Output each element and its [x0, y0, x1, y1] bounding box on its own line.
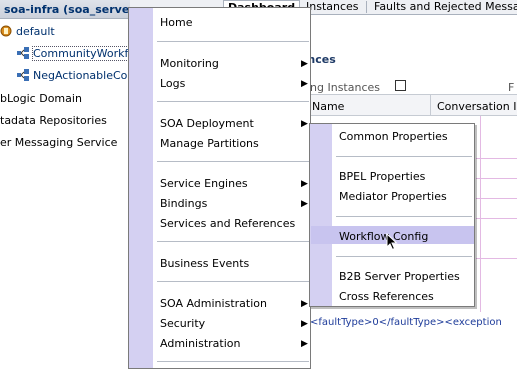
menu-separator [157, 161, 309, 162]
submenu-arrow-icon: ▶ [301, 199, 308, 209]
composite-icon [17, 69, 29, 81]
grid-row-line [476, 178, 517, 179]
menu-item-security[interactable]: Security [160, 316, 205, 332]
mouse-pointer-icon [386, 233, 398, 251]
grid-row-line [476, 258, 517, 259]
submenu-arrow-icon: ▶ [301, 59, 308, 69]
tree-item-composite[interactable]: CommunityWorkflo [17, 45, 139, 63]
submenu-item-cross-references[interactable]: Cross References [339, 289, 434, 305]
instances-grid-header: Name Conversation ID [300, 94, 517, 116]
menu-separator [157, 361, 309, 362]
tree-item-default[interactable]: default [0, 23, 55, 41]
column-name[interactable]: Name [312, 100, 344, 113]
menu-item-monitoring[interactable]: Monitoring [160, 56, 219, 72]
tree-item-composite[interactable]: NegActionableCon [17, 67, 134, 85]
submenu-arrow-icon: ▶ [301, 299, 308, 309]
submenu-arrow-icon: ▶ [301, 319, 308, 329]
tree-item-metadata-repositories[interactable]: tadata Repositories [0, 112, 107, 130]
menu-separator [157, 281, 309, 282]
tree-item-weblogic-domain[interactable]: bLogic Domain [0, 90, 82, 108]
grid-row-line [476, 158, 517, 159]
menu-separator [157, 241, 309, 242]
running-instances-checkbox[interactable] [395, 80, 406, 91]
tree-item-label: default [16, 25, 55, 38]
submenu-separator [336, 256, 472, 257]
submenu-item-bpel-properties[interactable]: BPEL Properties [339, 169, 425, 185]
menu-separator [157, 101, 309, 102]
menu-item-bindings[interactable]: Bindings [160, 196, 207, 212]
tab-instances[interactable]: Instances [302, 0, 363, 15]
column-conversation-id[interactable]: Conversation ID [437, 100, 517, 113]
grid-row-line [476, 218, 517, 219]
tab-divider [366, 1, 367, 13]
menu-separator [157, 41, 309, 42]
submenu-arrow-icon: ▶ [301, 79, 308, 89]
submenu-separator [336, 216, 472, 217]
context-menu: Home Monitoring ▶ Logs ▶ SOA Deployment … [128, 7, 311, 369]
menu-gutter [129, 8, 153, 368]
partition-icon [0, 25, 12, 37]
menu-item-administration[interactable]: Administration [160, 336, 241, 352]
menu-item-home[interactable]: Home [160, 15, 192, 31]
menu-item-soa-administration[interactable]: SOA Administration [160, 296, 267, 312]
menu-item-service-engines[interactable]: Service Engines [160, 176, 248, 192]
tree-item-label: NegActionableCon [33, 69, 135, 82]
navigator-panel: soa-infra (soa_server1) default Communit… [0, 0, 139, 369]
tree-item-messaging-service[interactable]: er Messaging Service [0, 134, 117, 152]
truncated-label: F [508, 81, 515, 94]
grid-row-line [476, 198, 517, 199]
submenu-arrow-icon: ▶ [301, 339, 308, 349]
menu-item-business-events[interactable]: Business Events [160, 256, 249, 272]
grid-column-line [480, 116, 481, 312]
submenu-item-workflow-config[interactable]: Workflow Config [339, 229, 428, 245]
submenu-item-common-properties[interactable]: Common Properties [339, 129, 448, 145]
submenu-separator [336, 156, 472, 157]
menu-item-manage-partitions[interactable]: Manage Partitions [160, 136, 259, 152]
submenu-arrow-icon: ▶ [301, 119, 308, 129]
running-instances-label: ning Instances [300, 81, 380, 94]
menu-item-soa-deployment[interactable]: SOA Deployment [160, 116, 254, 132]
menu-item-services-references[interactable]: Services and References [160, 216, 295, 232]
submenu-item-mediator-properties[interactable]: Mediator Properties [339, 189, 447, 205]
submenu-arrow-icon: ▶ [301, 179, 308, 189]
menu-item-logs[interactable]: Logs [160, 76, 185, 92]
column-divider [430, 95, 431, 116]
composite-icon [17, 47, 29, 59]
tab-faults[interactable]: Faults and Rejected Message [370, 0, 517, 15]
tree-item-label: CommunityWorkflo [31, 46, 139, 61]
submenu-item-b2b-server-properties[interactable]: B2B Server Properties [339, 269, 460, 285]
submenu-gutter [310, 124, 332, 306]
soa-administration-submenu: Common Properties BPEL Properties Mediat… [309, 123, 475, 307]
fault-detail-text: <faultType>0</faultType><exception [310, 317, 502, 328]
navigator-header[interactable]: soa-infra (soa_server1) [0, 0, 130, 19]
